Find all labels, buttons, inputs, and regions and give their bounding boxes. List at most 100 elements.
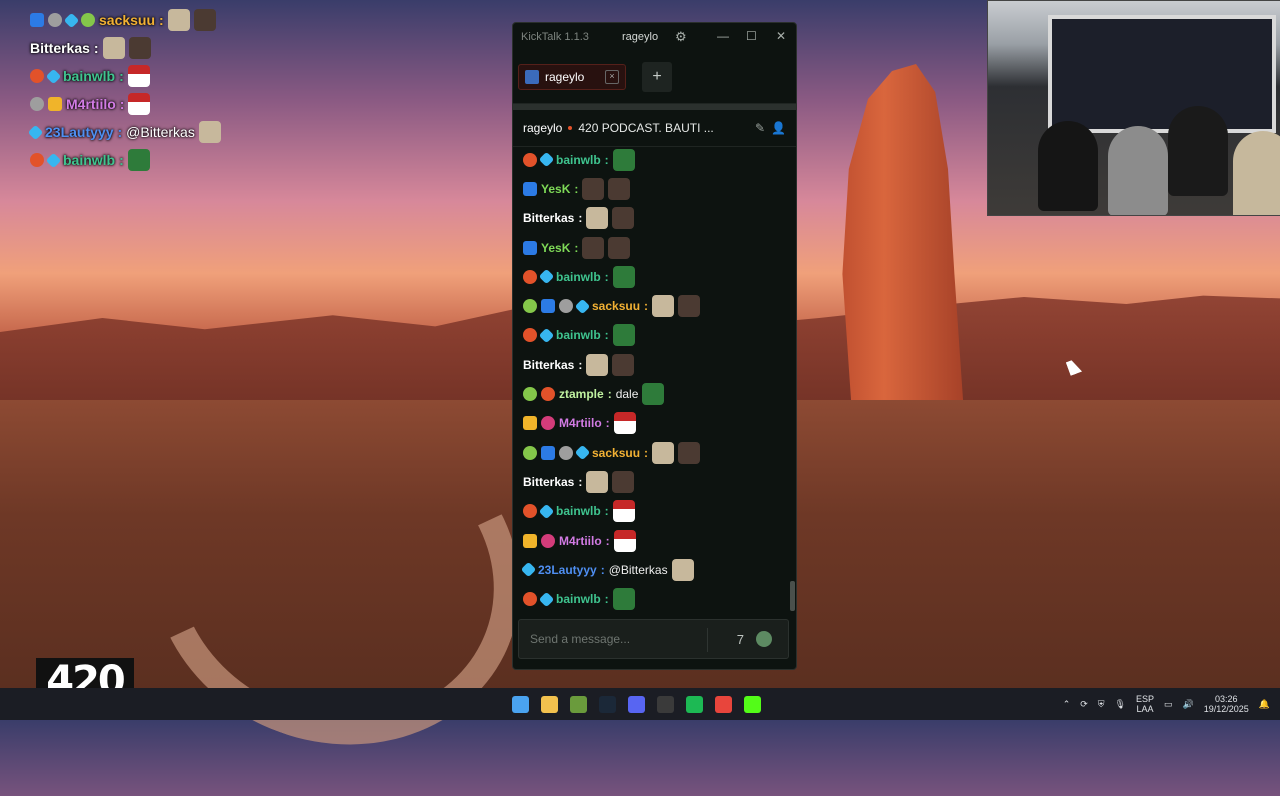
overlay-chat-line: bainwlb: [30, 146, 290, 174]
close-tab-icon[interactable]: × [605, 70, 619, 84]
emote-icon[interactable] [652, 441, 675, 464]
chat-username[interactable]: ztample [559, 387, 604, 401]
minecraft-icon[interactable] [570, 695, 587, 713]
emote-icon[interactable] [128, 37, 151, 59]
emote-icon[interactable] [127, 65, 150, 87]
emote-icon[interactable] [612, 324, 635, 347]
emote-icon[interactable] [586, 470, 609, 493]
emote-icon[interactable] [582, 236, 605, 259]
badge-icon [81, 13, 95, 27]
chat-text: dale [615, 387, 639, 402]
emote-icon[interactable] [652, 295, 675, 318]
chat-username[interactable]: sacksuu [592, 299, 640, 313]
emote-icon[interactable] [612, 470, 635, 493]
emote-icon[interactable] [678, 295, 701, 318]
emote-icon[interactable] [128, 93, 151, 115]
badge-icon [523, 416, 537, 431]
volume-icon[interactable]: 🔊 [1183, 699, 1194, 710]
emote-icon[interactable] [612, 500, 635, 523]
chat-colon: : [574, 240, 579, 255]
tab-rageylo[interactable]: rageylo × [518, 64, 626, 90]
emote-icon[interactable] [612, 207, 635, 230]
add-tab-button[interactable]: + [642, 62, 672, 92]
emote-icon[interactable] [608, 236, 631, 259]
network-icon[interactable]: ⟳ [1080, 699, 1088, 710]
app-title: KickTalk 1.1.3 [521, 31, 589, 43]
chat-username[interactable]: bainwlb [556, 592, 601, 606]
badge-icon [30, 13, 44, 27]
emote-icon[interactable] [193, 9, 216, 31]
chat-username[interactable]: Bitterkas [523, 211, 574, 225]
emote-icon[interactable] [102, 37, 125, 59]
scrollbar[interactable] [790, 581, 795, 611]
chat-colon: : [578, 357, 583, 372]
shield-icon[interactable]: ⛨ [1098, 699, 1105, 710]
chat-username[interactable]: YesK [541, 182, 570, 196]
steam-icon[interactable] [599, 695, 616, 713]
emote-icon[interactable] [678, 441, 701, 464]
chat-colon: : [604, 504, 609, 519]
chat-message: sacksuu: [513, 291, 788, 320]
pin-icon[interactable]: ✎ [755, 121, 765, 135]
emote-icon[interactable] [582, 177, 605, 200]
emote-icon[interactable] [612, 353, 635, 376]
emote-icon[interactable] [612, 588, 635, 611]
chat-username[interactable]: M4rtiilo [559, 534, 602, 548]
chat-username[interactable]: bainwlb [63, 68, 115, 84]
chat-username[interactable]: bainwlb [63, 152, 115, 168]
emote-icon[interactable] [612, 148, 635, 171]
clock[interactable]: 03:26 19/12/2025 [1204, 694, 1249, 714]
7tv-emote-icon[interactable]: 7 [737, 632, 744, 647]
chat-username[interactable]: YesK [541, 241, 570, 255]
chat-username[interactable]: M4rtiilo [66, 96, 116, 112]
chat-colon: : [644, 299, 649, 314]
chat-username[interactable]: 23Lautyyy [45, 124, 113, 140]
obs-icon[interactable] [657, 695, 674, 713]
emote-picker-icon[interactable] [756, 631, 772, 647]
chat-username[interactable]: sacksuu [592, 446, 640, 460]
emote-icon[interactable] [198, 121, 221, 143]
close-button[interactable]: ✕ [776, 29, 786, 43]
notification-icon[interactable]: 🔔 [1259, 699, 1270, 710]
emote-icon[interactable] [613, 529, 636, 552]
chat-username[interactable]: bainwlb [556, 270, 601, 284]
user-icon[interactable]: 👤 [771, 121, 786, 135]
emote-icon[interactable] [612, 265, 635, 288]
emote-icon[interactable] [613, 412, 636, 435]
emote-icon[interactable] [127, 149, 150, 171]
chat-username[interactable]: Bitterkas [523, 475, 574, 489]
emote-icon[interactable] [167, 9, 190, 31]
chevron-up-icon[interactable]: ⌃ [1063, 699, 1071, 710]
chat-username[interactable]: bainwlb [556, 153, 601, 167]
chat-username[interactable]: M4rtiilo [559, 416, 602, 430]
chat-username[interactable]: bainwlb [556, 328, 601, 342]
titlebar-user[interactable]: rageylo [622, 31, 658, 43]
chat-username[interactable]: 23Lautyyy [538, 563, 597, 577]
gear-icon[interactable]: ⚙ [675, 29, 687, 45]
chat-username[interactable]: Bitterkas [523, 358, 574, 372]
minimize-button[interactable]: — [717, 29, 729, 43]
badge-icon [48, 13, 62, 27]
emote-icon[interactable] [586, 207, 609, 230]
spotify-icon[interactable] [686, 695, 703, 713]
microphone-icon[interactable]: 🎙 [1115, 699, 1126, 710]
chrome-icon[interactable] [715, 695, 732, 713]
chat-username[interactable]: Bitterkas [30, 40, 90, 56]
emote-icon[interactable] [586, 353, 609, 376]
discord-icon[interactable] [628, 695, 645, 713]
emote-icon[interactable] [671, 558, 694, 581]
maximize-button[interactable]: ☐ [746, 29, 757, 43]
channel-name[interactable]: rageylo [523, 121, 562, 135]
windows-start-icon[interactable] [512, 695, 529, 713]
emote-icon[interactable] [642, 383, 665, 406]
language-indicator[interactable]: ESP LAA [1136, 694, 1154, 714]
chat-username[interactable]: bainwlb [556, 504, 601, 518]
emote-icon[interactable] [608, 177, 631, 200]
message-input[interactable]: Send a message... 7 [518, 619, 789, 659]
chat-colon: : [119, 96, 125, 112]
chat-username[interactable]: sacksuu [99, 12, 155, 28]
file-explorer-icon[interactable] [541, 695, 558, 713]
display-icon[interactable]: ▭ [1164, 699, 1173, 710]
webcam-window-view [1048, 15, 1276, 133]
kicktalk-icon[interactable] [744, 695, 761, 713]
